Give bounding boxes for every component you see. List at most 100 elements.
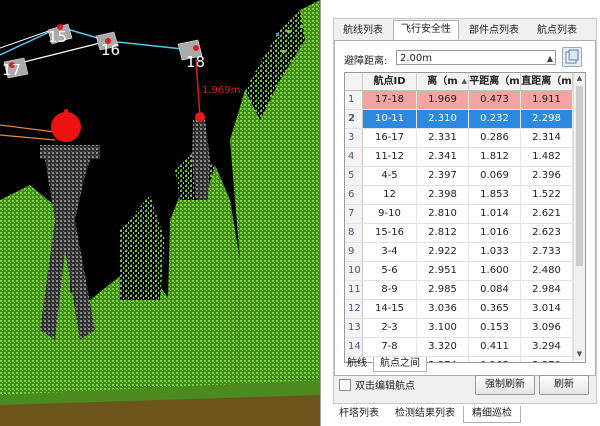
row-number: 5 xyxy=(345,167,363,185)
table-scrollbar[interactable]: ▲ ▼ xyxy=(573,73,585,360)
tab-tower-list[interactable]: 杆塔列表 xyxy=(331,406,387,422)
cell-vertical: 1.911 xyxy=(521,91,573,109)
point-cloud-canvas[interactable]: 15 16 17 18 1.969m xyxy=(0,0,320,426)
header-waypoint-id[interactable]: 航点ID xyxy=(363,73,417,90)
table-row[interactable]: 13 2-3 3.100 0.153 3.096 xyxy=(345,319,573,338)
cell-distance: 2.985 xyxy=(417,281,469,299)
cell-horizontal: 0.163 xyxy=(469,357,521,362)
refresh-button[interactable]: 刷新 xyxy=(539,375,589,395)
cell-horizontal: 0.286 xyxy=(469,129,521,147)
row-number: 8 xyxy=(345,224,363,242)
cell-vertical: 2.314 xyxy=(521,129,573,147)
cell-distance: 2.922 xyxy=(417,243,469,261)
table-row[interactable]: 1 17-18 1.969 0.473 1.911 xyxy=(345,91,573,110)
cell-waypoint-id: 2-3 xyxy=(363,319,417,337)
cell-vertical: 2.733 xyxy=(521,243,573,261)
header-vertical-distance[interactable]: 直距离（m xyxy=(521,73,573,90)
cell-distance: 1.969 xyxy=(417,91,469,109)
export-icon xyxy=(565,49,579,64)
obstacle-point xyxy=(195,112,205,122)
cell-horizontal: 0.411 xyxy=(469,338,521,356)
table-row[interactable]: 7 9-10 2.810 1.014 2.621 xyxy=(345,205,573,224)
main-tabs: 航线列表 飞行安全性 部件点列表 航点列表 xyxy=(335,20,587,40)
safety-distance-value: 2.00m xyxy=(400,53,433,64)
clearance-distance-label: 1.969m xyxy=(202,85,240,96)
scroll-up-icon[interactable]: ▲ xyxy=(574,73,585,84)
row-number: 9 xyxy=(345,243,363,261)
cell-vertical: 2.621 xyxy=(521,205,573,223)
waypoint-label-15: 15 xyxy=(48,28,67,46)
row-number: 1 xyxy=(345,91,363,109)
waypoint-label-16: 16 xyxy=(101,41,120,59)
cell-distance: 3.320 xyxy=(417,338,469,356)
tab-detection-results[interactable]: 检测结果列表 xyxy=(387,406,463,422)
cell-waypoint-id: 15-16 xyxy=(363,224,417,242)
cell-distance: 2.397 xyxy=(417,167,469,185)
cell-vertical: 3.014 xyxy=(521,300,573,318)
spin-arrows-icon[interactable]: ▲ xyxy=(547,51,553,66)
cell-horizontal: 0.084 xyxy=(469,281,521,299)
cell-waypoint-id: 4-5 xyxy=(363,167,417,185)
cell-vertical: 2.396 xyxy=(521,167,573,185)
tab-waypoint-list[interactable]: 航点列表 xyxy=(529,22,585,39)
force-refresh-button[interactable]: 强制刷新 xyxy=(475,375,535,395)
obstacle-sphere[interactable] xyxy=(51,112,81,142)
tab-flight-safety[interactable]: 飞行安全性 xyxy=(393,20,459,40)
cell-distance: 3.100 xyxy=(417,319,469,337)
scroll-down-icon[interactable]: ▼ xyxy=(574,349,585,360)
row-number: 6 xyxy=(345,186,363,204)
cell-waypoint-id: 11-12 xyxy=(363,148,417,166)
table-row[interactable]: 11 8-9 2.985 0.084 2.984 xyxy=(345,281,573,300)
cell-vertical: 1.482 xyxy=(521,148,573,166)
flight-path xyxy=(0,26,193,66)
cell-horizontal: 1.812 xyxy=(469,148,521,166)
safety-table[interactable]: 航点ID 离（m ▲ 平距离（m 直距离（m 1 17-18 1.969 0.473 1.… xyxy=(344,72,586,363)
point-cloud-viewport[interactable]: 15 16 17 18 1.969m xyxy=(0,0,320,426)
table-row[interactable]: 12 14-15 3.036 0.365 3.014 xyxy=(345,300,573,319)
table-row[interactable]: 14 7-8 3.320 0.411 3.294 xyxy=(345,338,573,357)
cell-horizontal: 1.600 xyxy=(469,262,521,280)
cell-waypoint-id: 12 xyxy=(363,186,417,204)
table-row[interactable]: 10 5-6 2.951 1.600 2.480 xyxy=(345,262,573,281)
table-row[interactable]: 4 11-12 2.341 1.812 1.482 xyxy=(345,148,573,167)
cell-horizontal: 1.853 xyxy=(469,186,521,204)
table-row[interactable]: 9 3-4 2.922 1.033 2.733 xyxy=(345,243,573,262)
cell-vertical: 2.623 xyxy=(521,224,573,242)
table-row[interactable]: 5 4-5 2.397 0.069 2.396 xyxy=(345,167,573,186)
tab-route-list[interactable]: 航线列表 xyxy=(335,22,391,39)
cell-distance: 2.331 xyxy=(417,129,469,147)
cell-horizontal: 1.033 xyxy=(469,243,521,261)
table-row[interactable]: 6 12 2.398 1.853 1.522 xyxy=(345,186,573,205)
double-click-edit-checkbox[interactable] xyxy=(339,379,351,391)
row-number: 10 xyxy=(345,262,363,280)
export-button[interactable] xyxy=(562,47,582,67)
tab-fine-inspection[interactable]: 精细巡检 xyxy=(463,406,521,423)
row-number: 14 xyxy=(345,338,363,356)
row-number: 12 xyxy=(345,300,363,318)
safety-distance-spinbox[interactable]: 2.00m ▲ xyxy=(396,50,556,65)
cell-distance: 2.951 xyxy=(417,262,469,280)
cell-vertical: 3.370 xyxy=(521,357,573,362)
cell-vertical: 2.984 xyxy=(521,281,573,299)
subtab-between-waypoints[interactable]: 航点之间 xyxy=(373,357,427,372)
cell-horizontal: 0.232 xyxy=(469,110,521,128)
cell-vertical: 3.294 xyxy=(521,338,573,356)
cell-waypoint-id: 5-6 xyxy=(363,262,417,280)
scroll-thumb[interactable] xyxy=(576,86,583,266)
cell-vertical: 1.522 xyxy=(521,186,573,204)
cell-waypoint-id: 10-11 xyxy=(363,110,417,128)
tab-component-points[interactable]: 部件点列表 xyxy=(461,22,527,39)
cell-waypoint-id: 14-15 xyxy=(363,300,417,318)
subtab-route[interactable]: 航线 xyxy=(341,357,373,371)
footer-tabs: 杆塔列表 检测结果列表 精细巡检 xyxy=(321,404,600,426)
table-row[interactable]: 2 10-11 2.310 0.232 2.298 xyxy=(345,110,573,129)
table-row[interactable]: 8 15-16 2.812 1.016 2.623 xyxy=(345,224,573,243)
header-distance[interactable]: 离（m ▲ xyxy=(417,73,469,90)
bottom-actions: 双击编辑航点 强制刷新 刷新 xyxy=(335,375,593,399)
cell-vertical: 3.096 xyxy=(521,319,573,337)
row-number: 2 xyxy=(345,110,363,128)
cell-horizontal: 1.016 xyxy=(469,224,521,242)
header-horizontal-distance[interactable]: 平距离（m xyxy=(469,73,521,90)
table-row[interactable]: 3 16-17 2.331 0.286 2.314 xyxy=(345,129,573,148)
cell-waypoint-id: 7-8 xyxy=(363,338,417,356)
